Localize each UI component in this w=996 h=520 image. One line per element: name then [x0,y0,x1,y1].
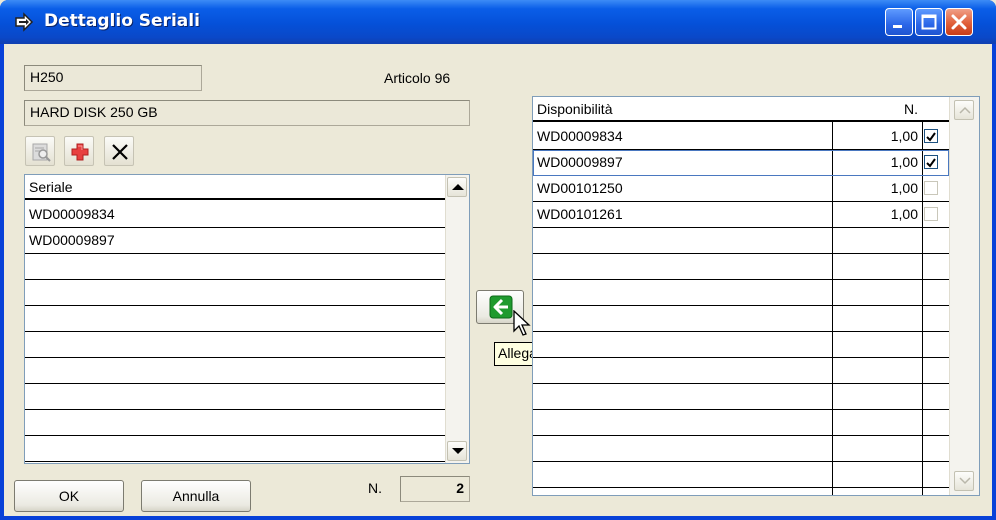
table-row[interactable] [25,410,445,436]
qty-column-header[interactable]: N. [832,97,922,122]
table-row[interactable] [25,332,445,358]
table-row-selected[interactable]: WD00009897 1,00 [533,150,949,176]
select-checkbox[interactable] [924,129,938,143]
article-label: Articolo 96 [384,70,451,86]
dialog-body: H250 Articolo 96 HARD DISK 250 GB Serial… [4,44,992,516]
table-row[interactable]: WD00101261 1,00 [533,202,949,228]
article-description-field[interactable]: HARD DISK 250 GB [24,100,470,126]
title-bar[interactable]: Dettaglio Seriali [0,0,996,44]
maximize-button[interactable] [915,8,943,36]
magnifier-icon [32,143,51,162]
arrow-up-icon [452,184,464,190]
search-button[interactable] [25,136,55,166]
serial-cell: WD00101261 [537,206,623,222]
dettaglio-seriali-window: Dettaglio Seriali H250 Articolo 96 HARD … [0,0,996,520]
serial-grid-header: Seriale [25,175,445,200]
availability-grid[interactable]: Disponibilità N. WD00009834 1,00 WD00009… [532,96,980,496]
close-icon [951,14,967,30]
availability-grid-scrollbar[interactable] [949,97,979,495]
count-label: N. [368,480,382,496]
serial-cell: WD00009897 [537,154,623,170]
count-field: 2 [400,476,470,502]
article-code-field[interactable]: H250 [24,65,202,91]
maximize-icon [921,14,937,30]
serial-cell: WD00009834 [29,206,115,222]
availability-column-header[interactable]: Disponibilità [533,97,616,122]
qty-cell: 1,00 [890,128,918,144]
table-row[interactable]: WD00009897 [25,228,445,254]
qty-cell: 1,00 [890,154,918,170]
table-row[interactable] [533,228,949,254]
table-row[interactable] [533,280,949,306]
scroll-up-button[interactable] [954,100,974,120]
availability-grid-header: Disponibilità N. [533,97,949,122]
serial-cell: WD00009897 [29,232,115,248]
arrow-down-icon [452,448,464,454]
arrow-down-icon [959,477,971,485]
qty-cell: 1,00 [890,180,918,196]
select-checkbox[interactable] [924,181,938,195]
table-row[interactable] [25,280,445,306]
serial-grid[interactable]: Seriale WD00009834 WD00009897 [24,174,470,464]
table-row[interactable] [533,254,949,280]
table-row[interactable] [25,358,445,384]
app-icon [15,12,34,32]
window-title: Dettaglio Seriali [44,11,200,31]
table-row[interactable] [25,436,445,462]
table-row[interactable] [25,306,445,332]
cancel-button[interactable]: Annulla [141,480,251,512]
table-row[interactable]: WD00009834 [25,202,445,228]
table-row[interactable] [533,306,949,332]
table-row[interactable] [533,462,949,488]
arrow-left-icon [489,295,513,319]
table-row[interactable] [533,384,949,410]
add-icon [71,143,89,161]
add-serial-button[interactable] [64,136,94,166]
qty-cell: 1,00 [890,206,918,222]
table-row[interactable]: WD00101250 1,00 [533,176,949,202]
serial-cell: WD00101250 [537,180,623,196]
select-checkbox[interactable] [924,155,938,169]
serial-grid-scrollbar[interactable] [445,175,469,463]
table-row[interactable]: WD00009834 1,00 [533,124,949,150]
scroll-up-button[interactable] [447,177,467,197]
ok-button[interactable]: OK [14,480,124,512]
delete-icon [112,144,128,160]
serial-cell: WD00009834 [537,128,623,144]
table-row[interactable] [533,410,949,436]
table-row[interactable] [533,358,949,384]
close-button[interactable] [945,8,973,36]
minimize-icon [893,25,902,28]
delete-serial-button[interactable] [104,136,134,166]
scroll-down-button[interactable] [954,471,974,491]
checkmark-icon [926,158,936,168]
minimize-button[interactable] [885,8,913,36]
scroll-down-button[interactable] [447,441,467,461]
table-row[interactable] [25,254,445,280]
table-row[interactable] [533,332,949,358]
table-row[interactable] [533,436,949,462]
arrow-up-icon [959,106,971,114]
table-row[interactable] [25,384,445,410]
select-checkbox[interactable] [924,207,938,221]
checkmark-icon [926,132,936,142]
serial-column-header[interactable]: Seriale [25,175,77,200]
